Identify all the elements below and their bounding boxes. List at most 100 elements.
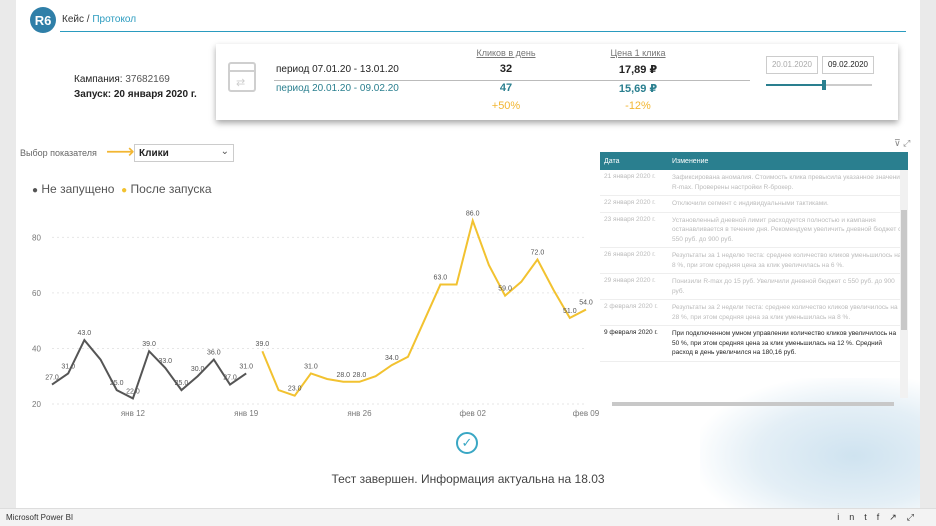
campaign-id: 37682169 <box>125 74 170 85</box>
price-before: 17,89 ₽ <box>618 64 658 76</box>
horizontal-scrollbar[interactable] <box>612 402 894 406</box>
summary-card: ⇄ Кликов в день Цена 1 клика период 07.0… <box>216 44 898 120</box>
data-label: 31.0 <box>239 363 253 370</box>
chevron-down-icon: ⌄ <box>220 146 229 157</box>
data-label: 63.0 <box>434 275 448 282</box>
date-from-input[interactable]: 20.01.2020 <box>766 56 818 74</box>
campaign-label: Кампания: <box>74 74 123 85</box>
clicks-after: 47 <box>499 82 513 94</box>
metric-selector-label: Выбор показателя <box>20 148 97 158</box>
table-row[interactable]: 9 февраля 2020 г. При подключенном умном … <box>600 326 908 362</box>
x-tick-label: фев 02 <box>460 409 487 418</box>
twitter-icon[interactable]: t <box>864 512 877 522</box>
breadcrumb-home[interactable]: Кейс <box>62 14 84 25</box>
launch-label: Запуск: <box>74 89 112 100</box>
summary-separator <box>274 80 750 81</box>
table-row[interactable]: 21 января 2020 г. Зафиксирована аномалия.… <box>600 170 908 196</box>
clicks-before: 32 <box>499 63 513 75</box>
slider-handle[interactable] <box>822 80 827 90</box>
data-label: 86.0 <box>466 211 480 218</box>
data-label: 72.0 <box>531 250 545 257</box>
date-range-slider[interactable] <box>766 80 872 90</box>
data-label: 33.0 <box>158 358 172 365</box>
y-tick-label: 80 <box>32 233 41 242</box>
legend-label-before: Не запущено <box>41 182 115 196</box>
table-row[interactable]: 26 января 2020 г. Результаты за 1 неделю … <box>600 248 908 274</box>
breadcrumb: Кейс / Протокол <box>62 14 136 25</box>
table-cell-change: При подключенном умном управлении количе… <box>672 330 897 356</box>
calendar-icon: ⇄ <box>228 62 256 92</box>
data-label: 39.0 <box>142 341 156 348</box>
data-label: 43.0 <box>78 330 92 337</box>
legend-label-after: После запуска <box>130 182 212 196</box>
status-message: Тест завершен. Информация актуальна на 1… <box>331 472 605 486</box>
price-after: 15,69 ₽ <box>618 83 658 95</box>
x-tick-label: янв 12 <box>121 409 146 418</box>
legend-marker-before: ● <box>32 185 39 196</box>
table-cell-change: Установленный дневной лимит расходуется … <box>672 216 902 243</box>
legend-marker-after: ● <box>121 185 128 196</box>
y-tick-label: 60 <box>32 289 41 298</box>
table-cell-date: 22 января 2020 г. <box>604 199 656 206</box>
table-header: Дата Изменение <box>600 152 908 170</box>
fullscreen-icon[interactable]: ⤢ <box>907 512 924 522</box>
x-tick-label: янв 26 <box>347 409 372 418</box>
x-tick-label: фев 09 <box>573 409 600 418</box>
table-cell-date: 9 февраля 2020 г. <box>604 329 658 336</box>
table-row[interactable]: 29 января 2020 г. Понизили R-max до 15 ру… <box>600 274 908 300</box>
brand-logo: R6 <box>30 7 56 33</box>
data-label: 34.0 <box>385 355 399 362</box>
visual-toolbar: ⊽ ⤢ <box>894 138 910 149</box>
filter-icon[interactable]: ⊽ <box>894 138 901 148</box>
campaign-info: Кампания: 37682169 Запуск: 20 января 202… <box>74 72 197 102</box>
arrow-right-icon: ⟶ <box>106 141 135 163</box>
data-label: 30.0 <box>191 366 205 373</box>
clicks-line-chart: 20 40 60 80 янв 12 янв 19 янв 26 фев 02 фев 09 27… <box>32 211 600 418</box>
vertical-scroll-thumb[interactable] <box>901 210 907 330</box>
y-tick-label: 20 <box>32 400 41 409</box>
data-label: 31.0 <box>304 363 318 370</box>
data-label: 28.0 <box>353 372 367 379</box>
table-row[interactable]: 23 января 2020 г. Установленный дневной л… <box>600 213 908 248</box>
table-cell-date: 21 января 2020 г. <box>604 173 656 180</box>
data-label: 39.0 <box>256 341 270 348</box>
focus-mode-icon[interactable]: ⤢ <box>903 138 910 148</box>
table-row[interactable]: 2 февраля 2020 г. Результаты за 2 недели … <box>600 300 908 326</box>
y-tick-label: 40 <box>32 344 41 353</box>
data-label: 27.0 <box>223 375 237 382</box>
price-delta: -12% <box>625 100 651 112</box>
metric-dropdown[interactable]: Клики ⌄ <box>134 144 234 162</box>
data-label: 54.0 <box>579 300 593 307</box>
facebook-icon[interactable]: f <box>877 512 890 522</box>
share-icon[interactable]: ↗ <box>889 512 907 522</box>
check-circle-icon: ✓ <box>456 432 478 454</box>
table-cell-change: Результаты за 2 недели теста: среднее ко… <box>672 304 898 321</box>
table-cell-change: Отключили сегмент с индивидуальными такт… <box>672 200 829 207</box>
launch-date: 20 января 2020 г. <box>113 89 197 100</box>
price-column-header: Цена 1 клика <box>610 48 666 58</box>
table-cell-change: Результаты за 1 неделю теста: среднее ко… <box>672 252 902 269</box>
x-tick-label: янв 19 <box>234 409 259 418</box>
table-cell-change: Зафиксирована аномалия. Стоимость клика … <box>672 174 904 191</box>
column-header-date[interactable]: Дата <box>600 158 672 165</box>
data-label: 25.0 <box>175 380 189 387</box>
slider-fill <box>766 84 825 86</box>
data-label: 59.0 <box>498 286 512 293</box>
clicks-delta: +50% <box>491 100 521 112</box>
header-divider <box>60 31 906 32</box>
window-taskbar: Microsoft Power BI intf↗⤢ <box>0 508 936 526</box>
column-header-change[interactable]: Изменение <box>672 158 708 165</box>
vertical-scrollbar[interactable] <box>900 170 908 398</box>
change-log-table: Дата Изменение 21 января 2020 г. Зафиксир… <box>600 152 908 408</box>
breadcrumb-current[interactable]: Протокол <box>92 14 136 25</box>
linkedin-icon[interactable]: in <box>837 512 864 522</box>
table-cell-date: 23 января 2020 г. <box>604 215 656 223</box>
data-label: 27.0 <box>45 375 59 382</box>
data-label: 51.0 <box>563 308 577 315</box>
table-row[interactable]: 22 января 2020 г. Отключили сегмент с инд… <box>600 196 908 213</box>
app-title: Microsoft Power BI <box>6 513 74 522</box>
clicks-column-header: Кликов в день <box>476 48 536 58</box>
date-to-input[interactable]: 09.02.2020 <box>822 56 874 74</box>
table-cell-date: 29 января 2020 г. <box>604 277 656 284</box>
period-before: период 07.01.20 - 13.01.20 <box>276 64 399 75</box>
